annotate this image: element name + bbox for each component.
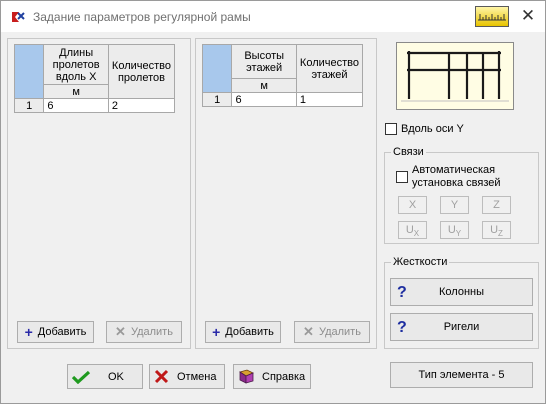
links-legend: Связи — [391, 146, 426, 158]
axis-x-text: X — [408, 199, 417, 211]
x-delete-label: Удалить — [130, 326, 173, 338]
table-row: 1 6 1 — [201, 92, 364, 107]
x-length-cell[interactable]: 6 — [43, 98, 109, 113]
z-add-button[interactable]: + Добавить — [205, 321, 281, 343]
x-count-header: Количество пролетов — [107, 44, 176, 99]
delete-icon: ✕ — [303, 324, 314, 339]
cancel-button[interactable]: Отмена — [149, 364, 225, 389]
floor-count-header: Количество этажей — [295, 44, 364, 93]
x-delete-button[interactable]: ✕ Удалить — [106, 321, 182, 343]
axis-z-text: Z — [493, 199, 500, 211]
auto-links-text: Автоматическая установка связей — [412, 164, 501, 189]
axis-uy-toggle[interactable]: UY — [440, 221, 469, 239]
x-length-unit: м — [43, 84, 109, 99]
z-delete-label: Удалить — [318, 326, 361, 338]
x-add-label: Добавить — [37, 326, 87, 338]
axis-ux-toggle[interactable]: UX — [398, 221, 427, 239]
help-book-icon — [239, 369, 254, 384]
axis-uy-sub: Y — [455, 229, 462, 239]
along-y-label: Вдоль оси Y — [401, 123, 464, 135]
frame-preview-icon — [401, 51, 509, 102]
row-number: 1 — [13, 98, 45, 113]
columns-button[interactable]: ? Колонны — [390, 278, 533, 306]
x-add-button[interactable]: + Добавить — [17, 321, 94, 343]
auto-links-checkbox[interactable] — [396, 171, 408, 183]
axis-uz-text: U — [490, 224, 499, 236]
x-length-header-text: Длины пролетов вдоль X — [52, 46, 100, 83]
axis-x-toggle[interactable]: X — [398, 196, 427, 214]
columns-label: Колонны — [439, 286, 484, 298]
auto-links-label: Автоматическая установка связей — [412, 164, 524, 190]
title-bar: Задание параметров регулярной рамы ✕ — [1, 1, 545, 32]
floor-height-header: Высоты этажей — [231, 44, 297, 79]
axis-z-toggle[interactable]: Z — [482, 196, 511, 214]
axis-y-text: Y — [450, 199, 459, 211]
row-number: 1 — [201, 92, 233, 107]
x-count-cell[interactable]: 2 — [107, 98, 176, 113]
close-button[interactable]: ✕ — [516, 6, 540, 26]
beams-label: Ригели — [443, 321, 480, 333]
floor-height-cell[interactable]: 6 — [231, 92, 297, 107]
table-row: 1 6 2 — [13, 98, 176, 113]
delete-icon: ✕ — [115, 324, 126, 339]
cancel-icon — [154, 369, 169, 384]
beams-button[interactable]: ? Ригели — [390, 313, 533, 341]
spans-x-table: Длины пролетов вдоль X Количество пролет… — [13, 44, 176, 113]
grid-corner — [201, 44, 233, 93]
ok-label: OK — [108, 370, 124, 383]
floor-height-unit: м — [231, 78, 297, 93]
axis-uz-toggle[interactable]: UZ — [482, 221, 511, 239]
ruler-button[interactable] — [475, 6, 509, 27]
floor-height-header-text: Высоты этажей — [244, 49, 285, 74]
ok-button[interactable]: OK — [67, 364, 143, 389]
help-label: Справка — [262, 370, 306, 383]
element-type-button[interactable]: Тип элемента - 5 — [390, 362, 533, 388]
along-y-checkbox[interactable] — [385, 123, 397, 135]
checkmark-icon — [72, 370, 90, 384]
z-delete-button[interactable]: ✕ Удалить — [294, 321, 370, 343]
app-icon — [11, 10, 25, 24]
stiffness-legend: Жесткости — [391, 256, 450, 268]
z-add-label: Добавить — [225, 326, 274, 338]
help-button[interactable]: Справка — [233, 364, 311, 389]
close-icon: ✕ — [520, 6, 536, 25]
x-length-header: Длины пролетов вдоль X — [43, 44, 109, 85]
axis-ux-sub: X — [413, 229, 420, 239]
plus-icon: + — [212, 324, 221, 340]
ruler-icon — [478, 14, 506, 21]
axis-y-toggle[interactable]: Y — [440, 196, 469, 214]
floor-count-header-text: Количество этажей — [299, 56, 359, 81]
axis-ux-text: U — [405, 224, 414, 236]
window-title: Задание параметров регулярной рамы — [33, 10, 251, 24]
cancel-label: Отмена — [177, 370, 217, 383]
grid-corner — [13, 44, 45, 99]
dialog-window: Задание параметров регулярной рамы ✕ Дли… — [0, 0, 546, 404]
frame-preview — [396, 42, 514, 110]
plus-icon: + — [24, 324, 33, 340]
floor-count-cell[interactable]: 1 — [295, 92, 364, 107]
floors-panel: Высоты этажей Количество этажей м 1 6 1 … — [195, 38, 377, 349]
axis-uy-text: U — [447, 224, 456, 236]
axis-uz-sub: Z — [498, 229, 503, 239]
element-type-label: Тип элемента - 5 — [418, 369, 505, 381]
spans-x-panel: Длины пролетов вдоль X Количество пролет… — [7, 38, 191, 349]
x-count-header-text: Количество пролетов — [111, 59, 171, 84]
floors-table: Высоты этажей Количество этажей м 1 6 1 — [201, 44, 364, 107]
